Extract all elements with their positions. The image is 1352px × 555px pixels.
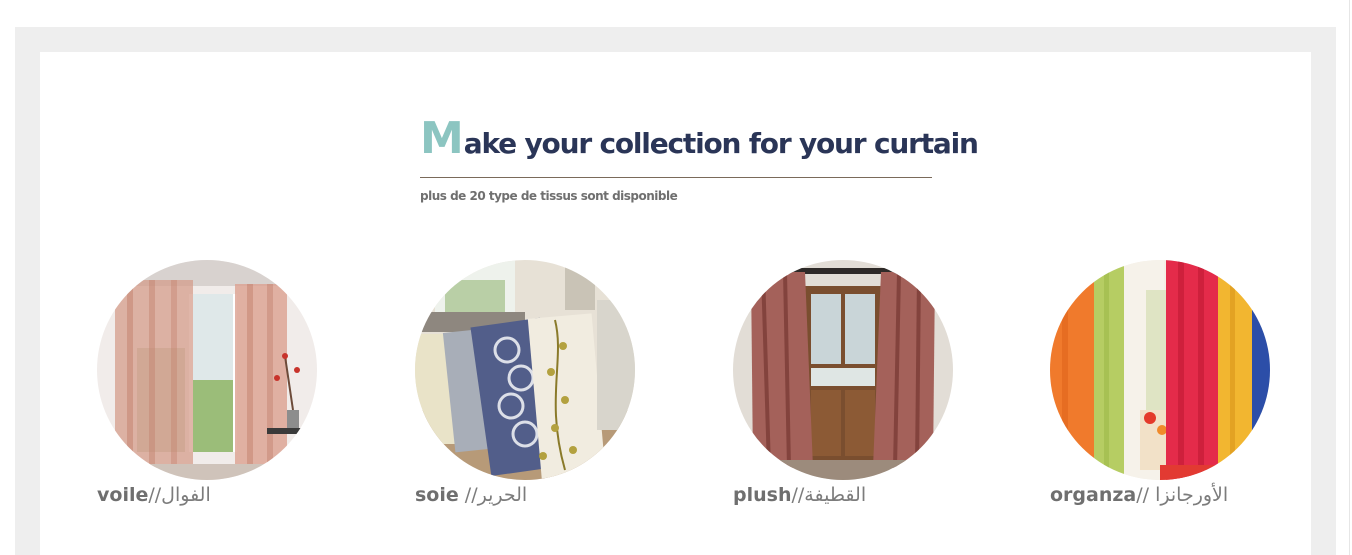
plush-curtain-photo[interactable] xyxy=(733,260,953,480)
fabric-card-voile[interactable]: voile//الفوال xyxy=(97,260,327,520)
heading-initial: M xyxy=(420,113,464,164)
fabric-name-arabic: الحرير xyxy=(477,484,528,506)
heading-text: ake your collection for your curtain xyxy=(463,127,979,160)
fabric-name-arabic: القطيفة xyxy=(804,484,867,506)
section-heading: Make your collection for your curtain xyxy=(420,113,979,164)
fabric-label-organza[interactable]: organza// الأورجانزا xyxy=(1050,484,1228,506)
fabric-card-soie[interactable]: soie //الحرير xyxy=(415,260,645,520)
fabric-card-organza[interactable]: organza// الأورجانزا xyxy=(1050,260,1280,520)
fabric-separator: // xyxy=(1136,484,1156,506)
fabric-label-plush[interactable]: plush//القطيفة xyxy=(733,484,866,506)
fabric-label-soie[interactable]: soie //الحرير xyxy=(415,484,527,506)
organza-curtain-photo[interactable] xyxy=(1050,260,1270,480)
fabric-separator: // xyxy=(458,484,478,506)
sheer-curtain-photo[interactable] xyxy=(97,260,317,480)
scrollbar-edge xyxy=(1349,0,1350,555)
fabric-name-latin: organza xyxy=(1050,484,1137,506)
fabric-name-arabic: الأورجانزا xyxy=(1155,484,1229,506)
fabric-name-latin: soie xyxy=(415,484,459,506)
silk-fabric-photo[interactable] xyxy=(415,260,635,480)
fabric-name-arabic: الفوال xyxy=(161,484,211,506)
fabric-separator: // xyxy=(791,484,805,506)
fabric-label-voile[interactable]: voile//الفوال xyxy=(97,484,211,506)
fabric-card-plush[interactable]: plush//القطيفة xyxy=(733,260,963,520)
heading-underline xyxy=(420,177,932,178)
fabric-name-latin: voile xyxy=(97,484,149,506)
fabric-name-latin: plush xyxy=(733,484,792,506)
section-subtitle: plus de 20 type de tissus sont disponibl… xyxy=(420,189,678,203)
fabric-separator: // xyxy=(148,484,162,506)
